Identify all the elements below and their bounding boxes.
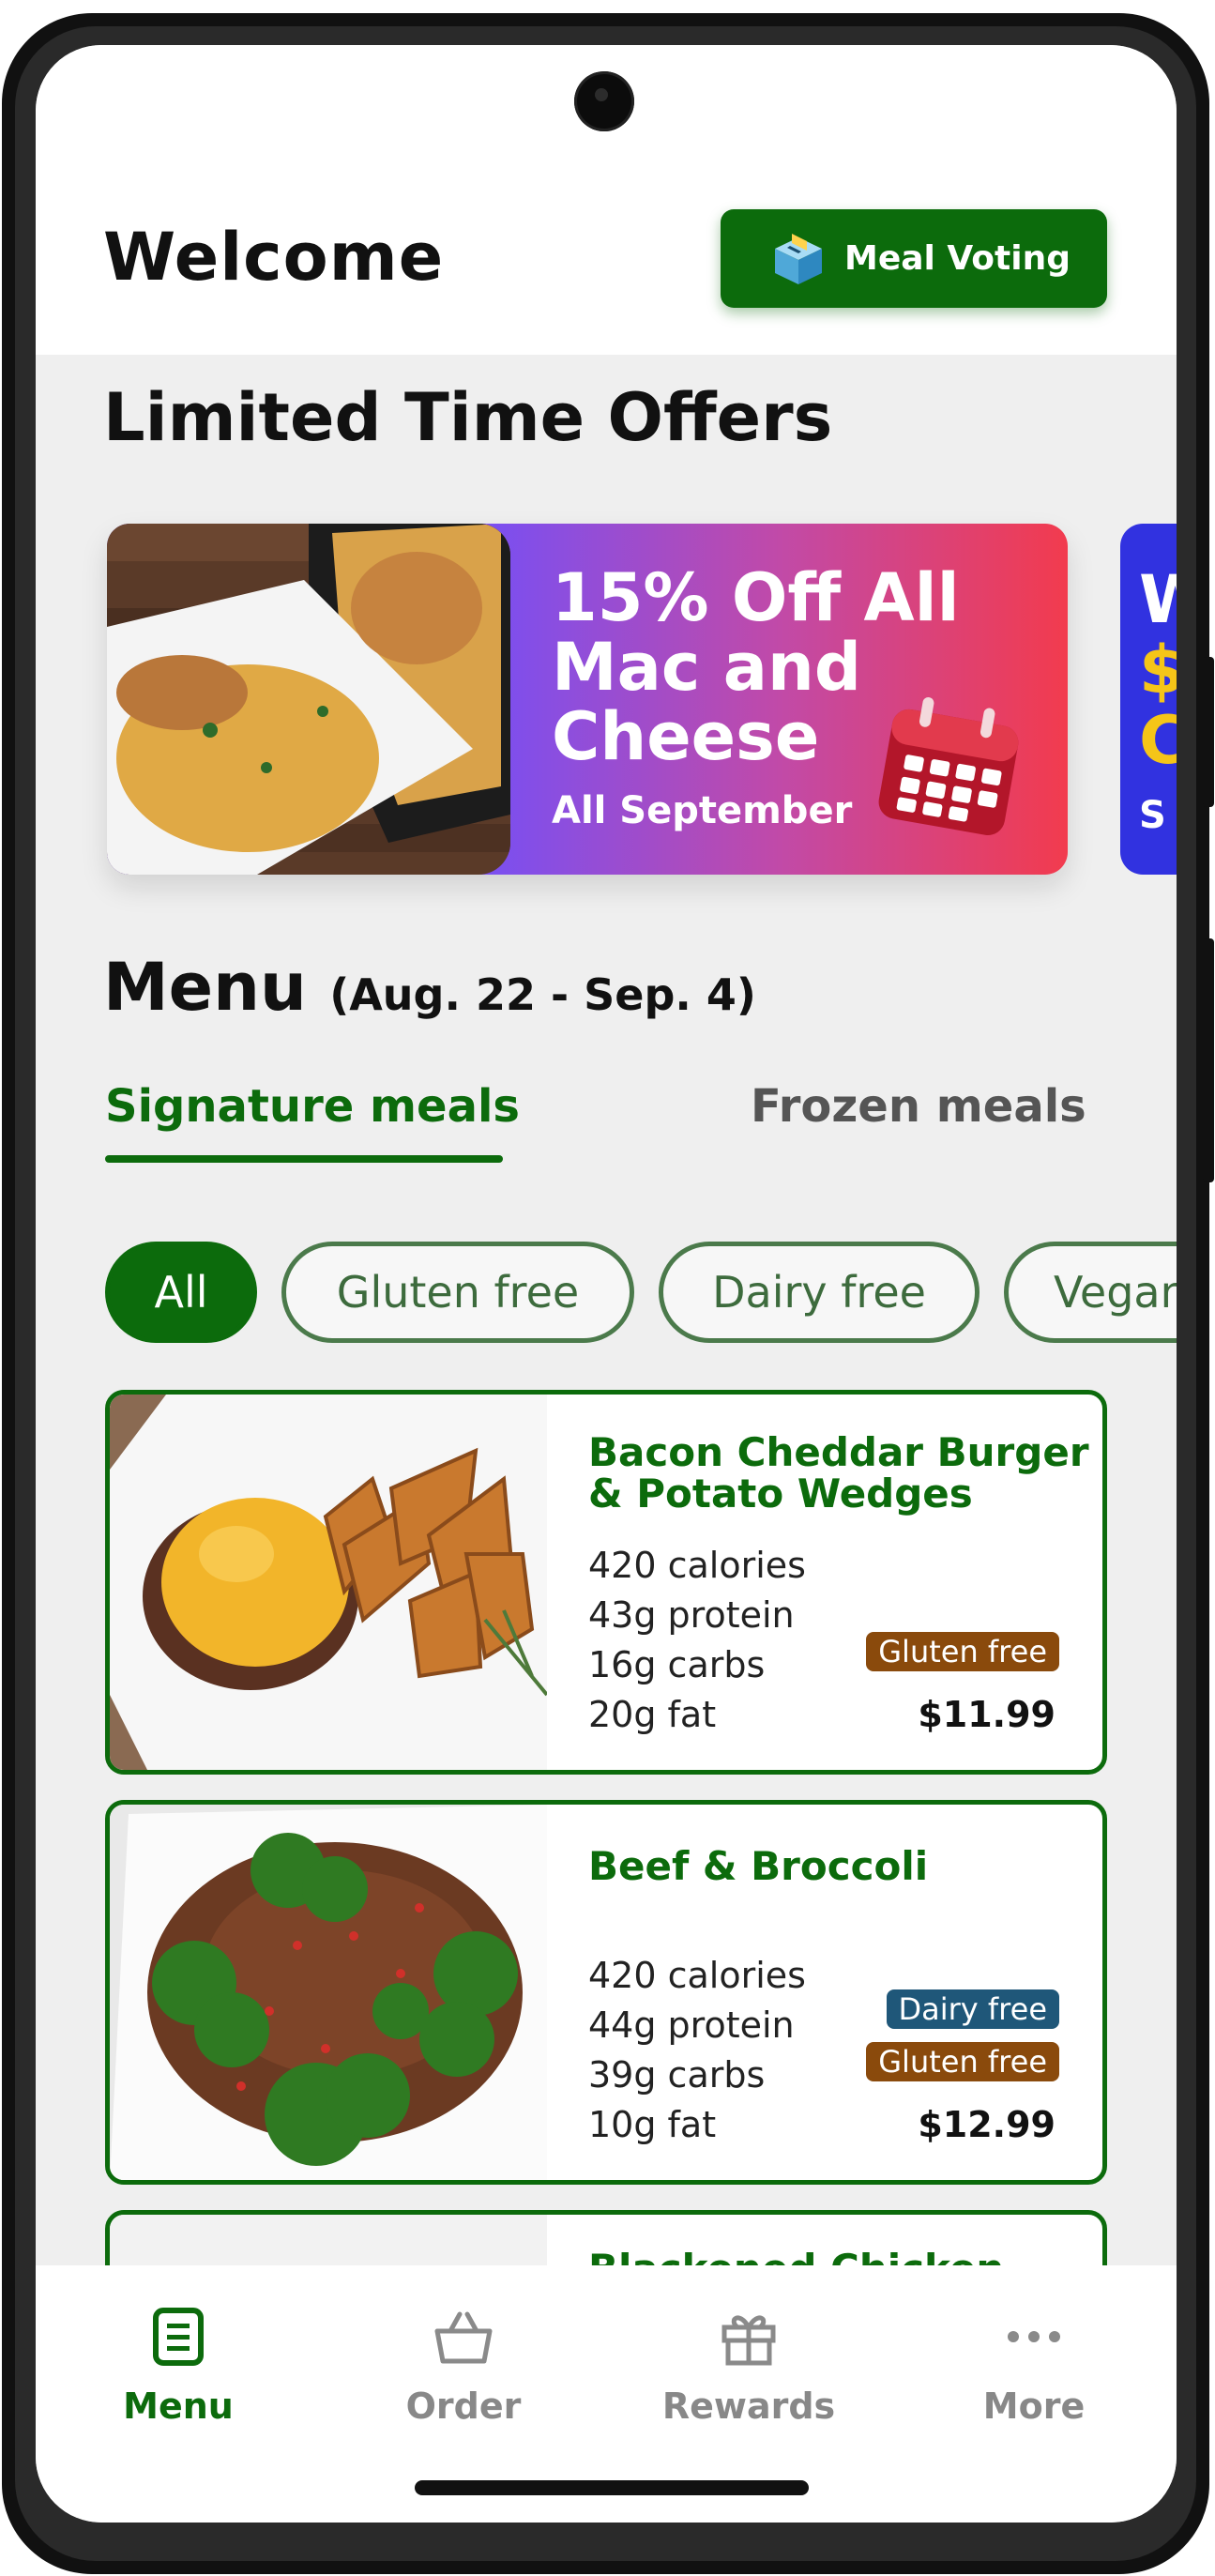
active-tab-indicator [105,1155,503,1163]
meal-price: $12.99 [918,2104,1056,2145]
meal-price: $11.99 [918,1694,1056,1735]
offers-title: Limited Time Offers [103,379,833,456]
nav-rewards-label: Rewards [661,2385,836,2427]
meal-voting-label: Meal Voting [844,239,1071,278]
filter-chip-all[interactable]: All [105,1242,257,1343]
volume-button [1203,657,1214,807]
ballot-box-icon [775,234,822,284]
meal-calories: 420 calories [588,1545,806,1586]
meal-name: Beef & Broccoli [588,1843,929,1889]
power-button [1203,938,1214,1182]
dairy-free-badge: Dairy free [886,1989,1059,2029]
filter-chip-vegan[interactable]: Vegan [1004,1242,1177,1343]
meal-carbs: 16g carbs [588,1644,766,1685]
meal-fat: 20g fat [588,1694,717,1735]
meal-carbs: 39g carbs [588,2054,766,2096]
menu-icon [153,2308,204,2366]
meal-protein: 44g protein [588,2004,795,2046]
meal-name: Bacon Cheddar Burger & Potato Wedges [588,1429,1089,1517]
filter-chip-gluten-free[interactable]: Gluten free [281,1242,634,1343]
filter-chip-dairy-free[interactable]: Dairy free [659,1242,980,1343]
menu-date-range: (Aug. 22 - Sep. 4) [329,969,756,1020]
meal-protein: 43g protein [588,1594,795,1636]
basket-icon [434,2311,493,2364]
nav-more-label: More [982,2385,1086,2427]
meal-photo-beef-broccoli [110,1805,547,2180]
nav-more[interactable]: More [891,2265,1177,2523]
app-screen: Welcome Meal Voting Limited Time Offers [36,45,1177,2523]
more-icon [1008,2331,1060,2342]
nav-menu[interactable]: Menu [36,2265,321,2523]
offer-card-next[interactable]: W $ C S [1120,524,1177,875]
nav-order-label: Order [405,2385,522,2427]
meal-photo-burger [110,1395,547,1770]
gluten-free-badge: Gluten free [866,2042,1059,2081]
offer-photo [107,524,510,875]
gift-icon [721,2315,776,2366]
front-camera [574,71,634,131]
menu-title: Menu (Aug. 22 - Sep. 4) [103,949,756,1026]
app-header: Welcome Meal Voting [36,45,1177,355]
offer-subtitle: All September [552,789,853,832]
nav-menu-label: Menu [123,2385,234,2427]
meal-card[interactable]: Beef & Broccoli 420 calories 44g protein… [105,1800,1107,2185]
offer-card-mac-and-cheese[interactable]: 15% Off All Mac and Cheese All September [107,524,1068,875]
meal-fat: 10g fat [588,2104,717,2145]
meal-card[interactable]: Bacon Cheddar Burger & Potato Wedges 420… [105,1390,1107,1775]
meal-calories: 420 calories [588,1955,806,1996]
gluten-free-badge: Gluten free [866,1632,1059,1671]
tab-signature-meals[interactable]: Signature meals [105,1080,520,1133]
welcome-title: Welcome [103,219,445,296]
meal-voting-button[interactable]: Meal Voting [721,209,1107,308]
tab-frozen-meals[interactable]: Frozen meals [751,1080,1086,1133]
home-indicator[interactable] [415,2480,809,2495]
calendar-icon [878,697,1019,835]
